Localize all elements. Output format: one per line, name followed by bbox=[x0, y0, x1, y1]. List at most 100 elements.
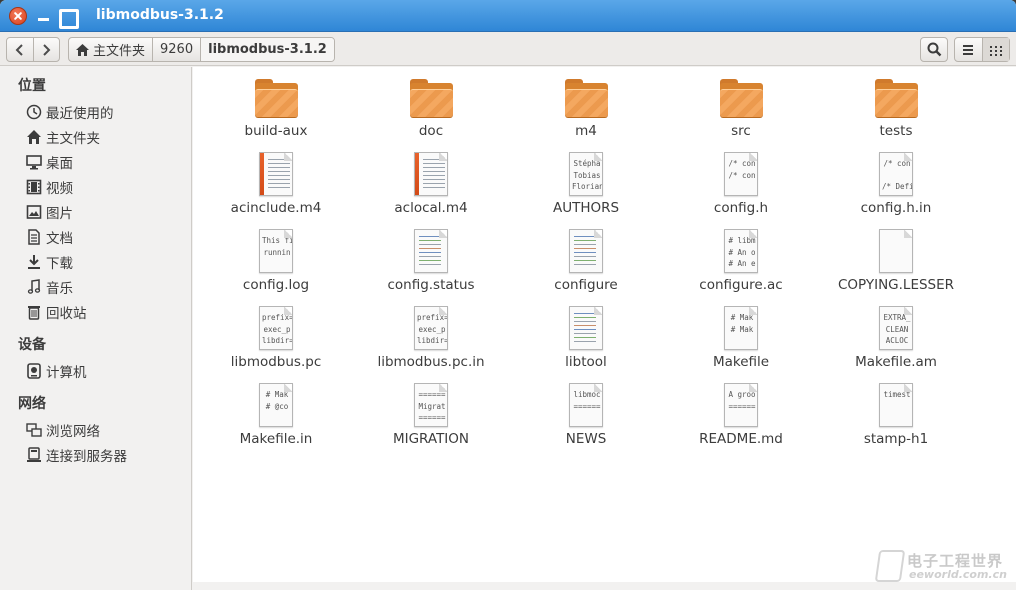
file-item-makefile-am[interactable]: EXTRA_ CLEAN ACLOC Makefile.am bbox=[821, 306, 971, 370]
folder-icon bbox=[873, 75, 919, 121]
file-item-config-status[interactable]: config.status bbox=[356, 229, 506, 293]
file-item-configure-ac[interactable]: # libm # An o # An e configure.ac bbox=[666, 229, 816, 293]
file-preview-text: timest bbox=[883, 390, 911, 399]
file-preview-text: # libm # An o # An e bbox=[728, 236, 756, 268]
file-name-label: libtool bbox=[565, 354, 607, 370]
file-name-label: libmodbus.pc bbox=[230, 354, 322, 370]
file-item-libmodbus-pc-in[interactable]: prefix= exec_p libdir= libmodbus.pc.in bbox=[356, 306, 506, 370]
file-item-config-h-in[interactable]: /* con /* Defi config.h.in bbox=[821, 152, 971, 216]
text-file-icon: A groo ====== bbox=[718, 383, 764, 429]
file-item-news[interactable]: libmoc ====== NEWS bbox=[511, 383, 661, 447]
folder-icon bbox=[408, 75, 454, 121]
download-icon bbox=[28, 255, 40, 269]
file-name-label: Makefile bbox=[712, 354, 770, 370]
back-button[interactable] bbox=[7, 38, 33, 61]
file-item-makefile[interactable]: # Mak # Mak Makefile bbox=[666, 306, 816, 370]
file-item-libmodbus-pc[interactable]: prefix= exec_p libdir= libmodbus.pc bbox=[201, 306, 351, 370]
script-file-icon bbox=[253, 152, 299, 198]
sidebar-item-label: 视频 bbox=[46, 181, 73, 197]
forward-button[interactable] bbox=[32, 38, 60, 61]
grid-view-button[interactable] bbox=[981, 38, 1009, 61]
breadcrumb-home[interactable]: 主文件夹 bbox=[69, 38, 152, 61]
file-item-acinclude-m4[interactable]: acinclude.m4 bbox=[201, 152, 351, 216]
sidebar-item-desktop[interactable]: 桌面 bbox=[26, 152, 73, 172]
file-name-label: COPYING.LESSER bbox=[837, 277, 955, 293]
list-view-button[interactable] bbox=[955, 38, 982, 61]
code-file-icon bbox=[563, 229, 609, 275]
file-item-copying-lesser[interactable]: COPYING.LESSER bbox=[821, 229, 971, 293]
text-file-icon: Stépha Tobias Florian bbox=[563, 152, 609, 198]
file-name-label: README.md bbox=[699, 431, 783, 447]
text-file-icon: # Mak # Mak bbox=[718, 306, 764, 352]
view-mode-switcher bbox=[954, 37, 1010, 62]
file-preview-text: libmoc ====== bbox=[573, 390, 601, 411]
file-item-config-h[interactable]: /* con /* con config.h bbox=[666, 152, 816, 216]
file-preview-text: # Mak # @co bbox=[265, 390, 289, 411]
file-name-label: AUTHORS bbox=[552, 200, 620, 216]
file-item-config-log[interactable]: This fil runnin config.log bbox=[201, 229, 351, 293]
file-item-src[interactable]: src bbox=[666, 75, 816, 139]
sidebar: 位置 最近使用的 主文件夹 桌面 视频 图片 文档 下载 音乐 回收站 设备 计… bbox=[0, 67, 192, 590]
minimize-window-button[interactable] bbox=[35, 7, 53, 25]
file-item-m4[interactable]: m4 bbox=[511, 75, 661, 139]
breadcrumb-label: 主文件夹 bbox=[93, 44, 146, 59]
breadcrumb-current[interactable]: libmodbus-3.1.2 bbox=[200, 38, 334, 61]
sidebar-item-trash[interactable]: 回收站 bbox=[26, 302, 87, 322]
sidebar-section-network: 网络 bbox=[18, 396, 46, 412]
code-file-icon bbox=[563, 306, 609, 352]
file-item-libtool[interactable]: libtool bbox=[511, 306, 661, 370]
file-item-configure[interactable]: configure bbox=[511, 229, 661, 293]
watermark-logo-icon bbox=[874, 550, 906, 582]
sidebar-item-documents[interactable]: 文档 bbox=[26, 227, 73, 247]
sidebar-item-music[interactable]: 音乐 bbox=[26, 277, 73, 297]
sidebar-item-videos[interactable]: 视频 bbox=[26, 177, 73, 197]
title-bar[interactable]: libmodbus-3.1.2 bbox=[0, 0, 1016, 32]
document-icon bbox=[28, 229, 40, 245]
file-name-label: config.status bbox=[387, 277, 475, 293]
search-button[interactable] bbox=[920, 37, 948, 62]
drive-icon bbox=[27, 363, 41, 379]
file-name-label: acinclude.m4 bbox=[230, 200, 322, 216]
sidebar-item-label: 音乐 bbox=[46, 281, 73, 297]
file-item-authors[interactable]: Stépha Tobias Florian AUTHORS bbox=[511, 152, 661, 216]
file-name-label: Makefile.am bbox=[855, 354, 937, 370]
text-file-icon: This fil runnin bbox=[253, 229, 299, 275]
sidebar-item-label: 回收站 bbox=[46, 306, 87, 322]
chevron-right-icon bbox=[43, 43, 51, 56]
file-name-label: MIGRATION bbox=[392, 431, 470, 447]
sidebar-item-downloads[interactable]: 下载 bbox=[26, 252, 73, 272]
text-file-icon: EXTRA_ CLEAN ACLOC bbox=[873, 306, 919, 352]
file-item-readme-md[interactable]: A groo ====== README.md bbox=[666, 383, 816, 447]
music-note-icon bbox=[27, 279, 41, 294]
file-item-tests[interactable]: tests bbox=[821, 75, 971, 139]
sidebar-item-home[interactable]: 主文件夹 bbox=[26, 127, 100, 147]
close-window-button[interactable] bbox=[9, 7, 27, 25]
file-grid: build-aux doc m4 src tests acinclude.m4 acloca… bbox=[193, 67, 1016, 582]
file-preview-text: prefix= exec_p libdir= bbox=[262, 313, 292, 345]
home-icon bbox=[27, 130, 41, 144]
file-item-doc[interactable]: doc bbox=[356, 75, 506, 139]
script-file-icon bbox=[408, 152, 454, 198]
file-preview-text: Stépha Tobias Florian bbox=[572, 159, 602, 191]
watermark: 电子工程世界 eeworld.com.cn bbox=[874, 548, 1015, 584]
maximize-window-button[interactable] bbox=[57, 7, 79, 29]
sidebar-item-label: 下载 bbox=[46, 256, 73, 272]
file-item-build-aux[interactable]: build-aux bbox=[201, 75, 351, 139]
file-item-migration[interactable]: ====== Migrat ====== MIGRATION bbox=[356, 383, 506, 447]
sidebar-item-computer[interactable]: 计算机 bbox=[26, 361, 87, 381]
sidebar-item-connect-server[interactable]: 连接到服务器 bbox=[26, 445, 127, 465]
sidebar-item-label: 图片 bbox=[46, 206, 73, 222]
file-name-label: Makefile.in bbox=[239, 431, 313, 447]
file-name-label: aclocal.m4 bbox=[394, 200, 468, 216]
breadcrumb: 主文件夹 9260 libmodbus-3.1.2 bbox=[68, 37, 335, 62]
text-file-icon: # Mak # @co bbox=[253, 383, 299, 429]
file-item-makefile-in[interactable]: # Mak # @co Makefile.in bbox=[201, 383, 351, 447]
sidebar-item-browse-network[interactable]: 浏览网络 bbox=[26, 420, 100, 440]
folder-icon bbox=[718, 75, 764, 121]
sidebar-item-recent[interactable]: 最近使用的 bbox=[26, 102, 114, 122]
text-file-icon: libmoc ====== bbox=[563, 383, 609, 429]
file-item-stamp-h1[interactable]: timest stamp-h1 bbox=[821, 383, 971, 447]
sidebar-item-pictures[interactable]: 图片 bbox=[26, 202, 73, 222]
breadcrumb-9260[interactable]: 9260 bbox=[152, 38, 200, 61]
file-item-aclocal-m4[interactable]: aclocal.m4 bbox=[356, 152, 506, 216]
